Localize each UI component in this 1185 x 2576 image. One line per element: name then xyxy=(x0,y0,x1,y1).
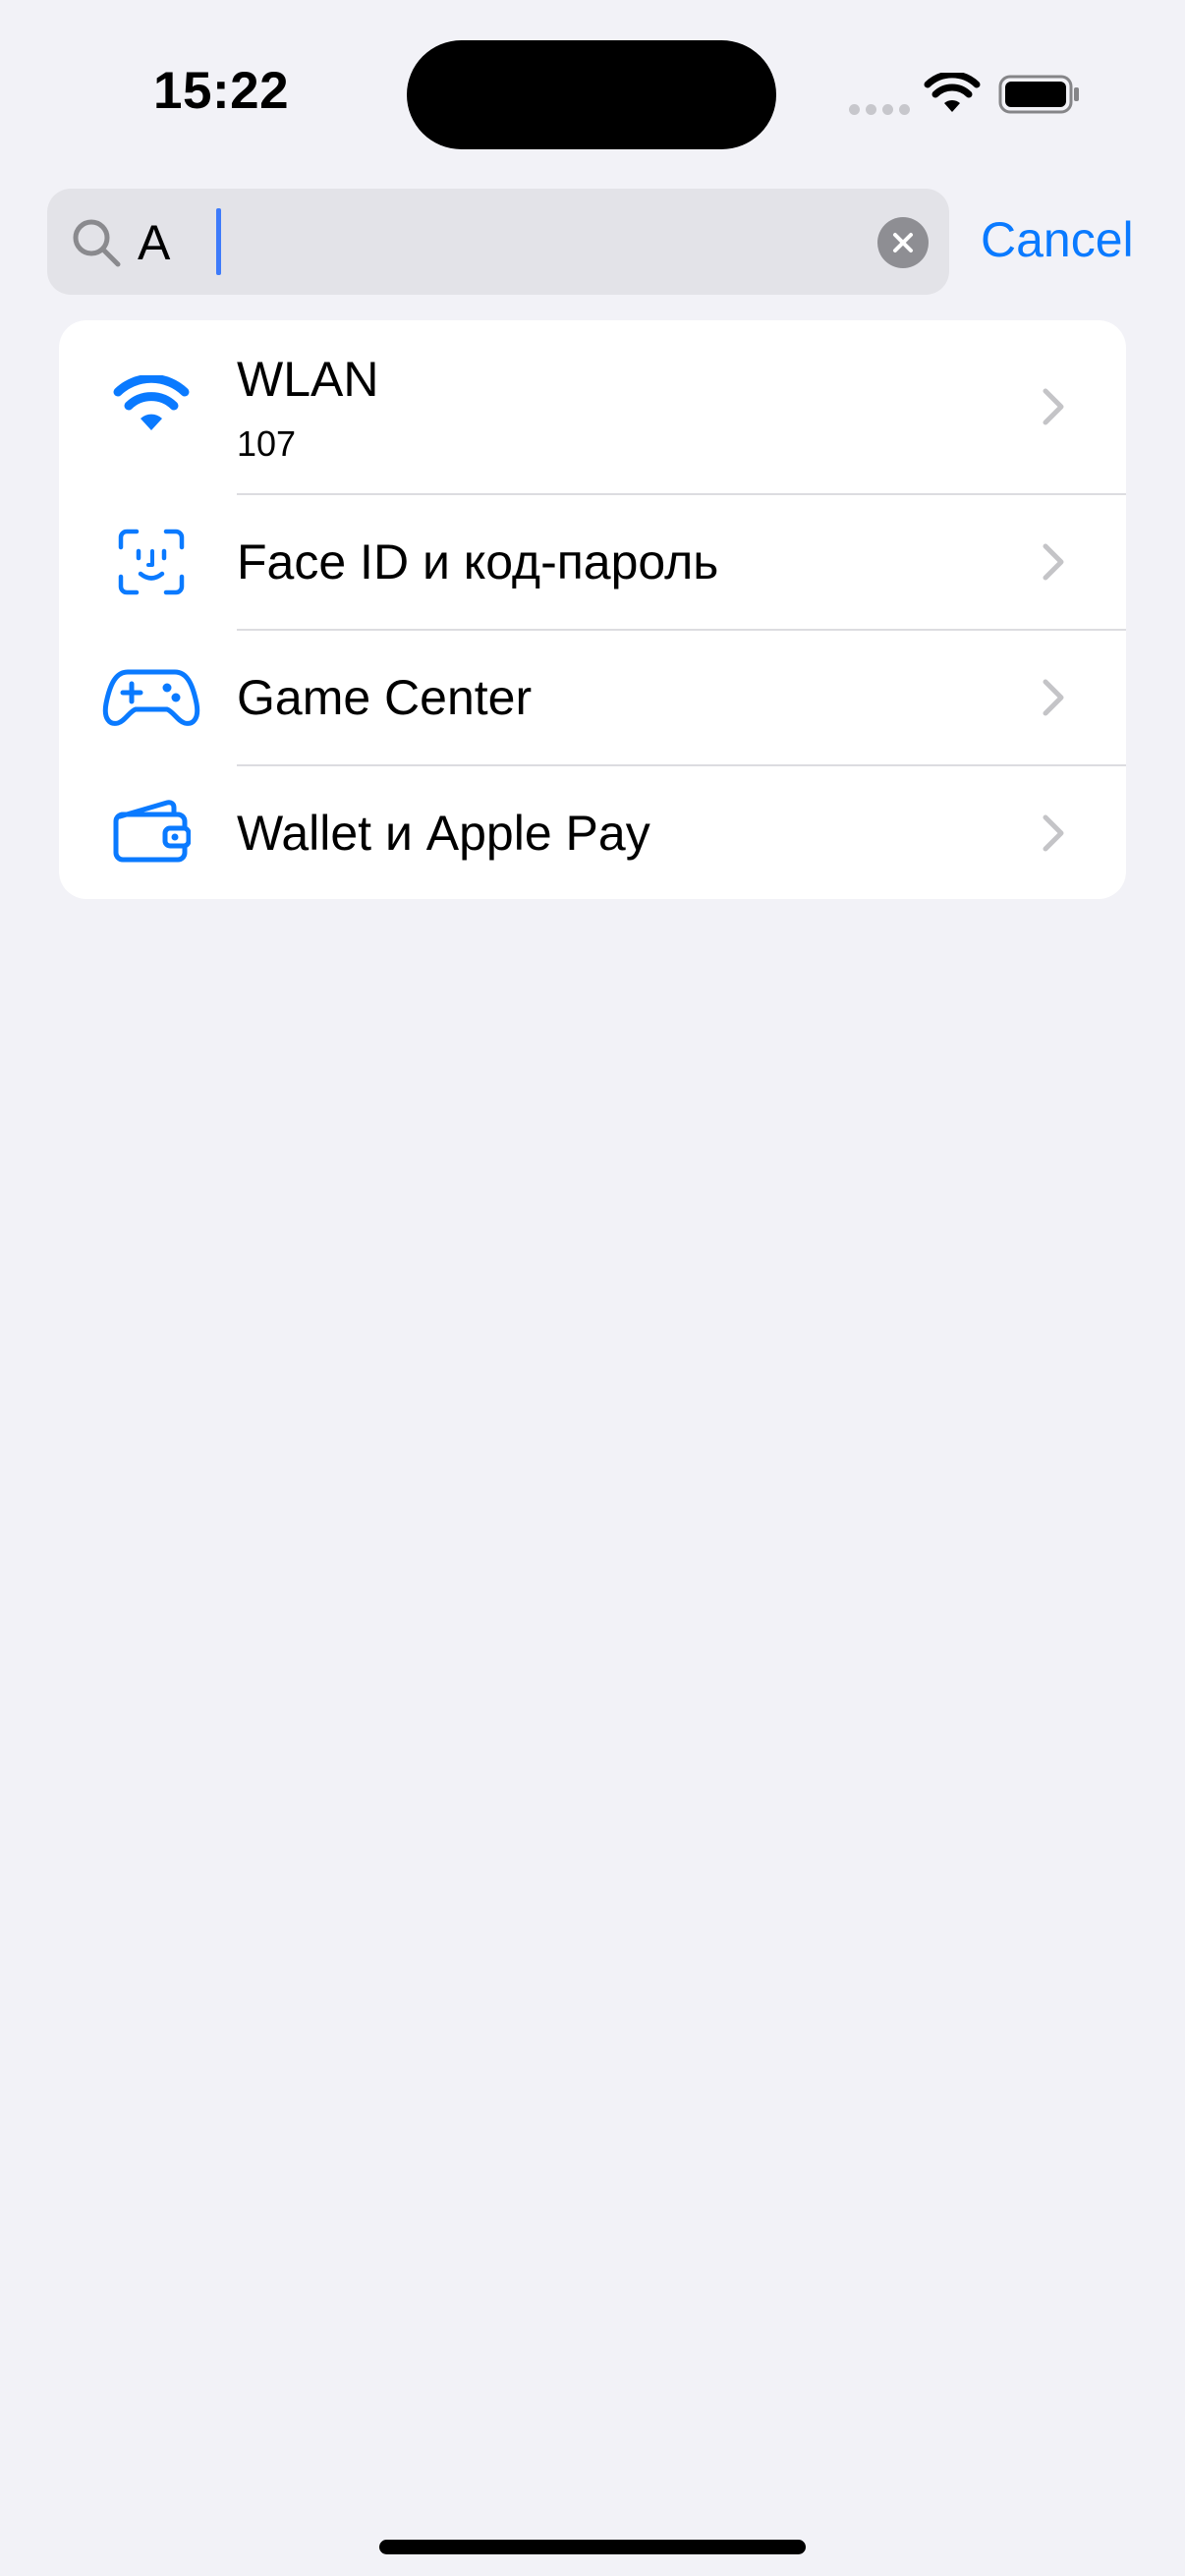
text-cursor xyxy=(216,208,221,275)
status-time: 15:22 xyxy=(153,62,290,120)
chevron-right-icon xyxy=(1043,814,1064,852)
result-title: Wallet и Apple Pay xyxy=(237,806,650,861)
result-item-wallet[interactable]: Wallet и Apple Pay xyxy=(59,766,1126,899)
result-subtitle: 107 xyxy=(237,423,297,464)
game-controller-icon xyxy=(102,658,200,737)
result-item-game-center[interactable]: Game Center xyxy=(59,631,1126,764)
search-results-list: WLAN 107 Face ID и код-пароль Game Cente… xyxy=(59,320,1126,899)
result-item-wlan[interactable]: WLAN 107 xyxy=(59,320,1126,493)
battery-icon xyxy=(998,75,1079,114)
face-id-icon xyxy=(102,523,200,601)
search-input[interactable] xyxy=(138,214,825,271)
close-icon xyxy=(893,233,913,252)
cancel-button[interactable]: Cancel xyxy=(981,210,1134,269)
result-title: Game Center xyxy=(237,670,533,725)
result-title: WLAN xyxy=(237,352,379,407)
result-item-face-id[interactable]: Face ID и код-пароль xyxy=(59,495,1126,629)
wifi-icon xyxy=(102,365,200,444)
wifi-status-icon xyxy=(924,73,981,112)
result-title: Face ID и код-пароль xyxy=(237,534,719,589)
dynamic-island xyxy=(407,40,776,149)
cellular-signal-icon xyxy=(849,104,910,115)
search-icon xyxy=(73,219,121,267)
chevron-right-icon xyxy=(1043,543,1064,581)
chevron-right-icon xyxy=(1043,388,1064,425)
wallet-icon xyxy=(102,792,200,870)
chevron-right-icon xyxy=(1043,679,1064,716)
home-indicator[interactable] xyxy=(379,2540,806,2554)
clear-search-button[interactable] xyxy=(877,217,929,268)
search-bar[interactable] xyxy=(47,189,949,295)
